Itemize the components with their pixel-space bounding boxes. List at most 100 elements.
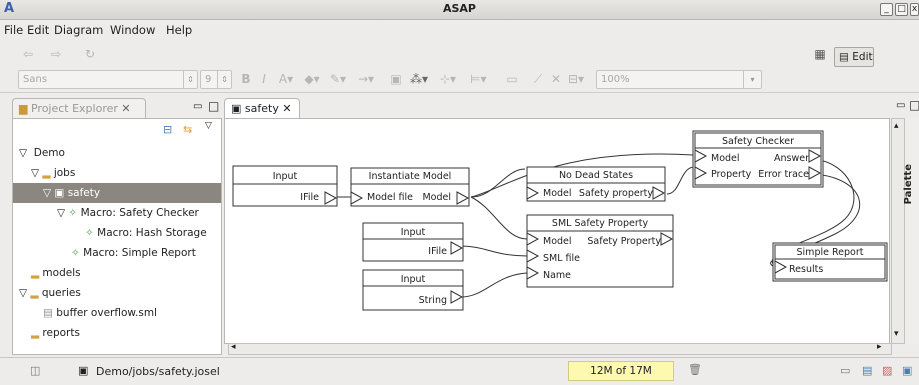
menu-file[interactable]: File — [4, 23, 23, 37]
minimize-view-icon[interactable]: ▭ — [193, 101, 202, 112]
node-instantiate-model[interactable]: Instantiate Model Model file Model — [350, 167, 470, 207]
font-combo[interactable]: Sans ⇕ — [18, 70, 198, 89]
node-no-dead-states[interactable]: No Dead States Model Safety property — [526, 166, 666, 202]
menu-edit[interactable]: Edit — [27, 23, 49, 37]
memory-indicator[interactable]: 12M of 17M — [568, 361, 674, 381]
menu-diagram[interactable]: Diagram — [54, 23, 103, 37]
view-menu-icon[interactable]: ▽ — [205, 121, 212, 131]
node-sml-safety-property[interactable]: SML Safety Property Model Safety Propert… — [526, 214, 674, 288]
scroll-down-icon[interactable]: ▾ — [894, 329, 899, 339]
tab-project-explorer[interactable]: ▆ Project Explorer ✕ — [12, 98, 146, 119]
node-input-2[interactable]: Input IFile — [362, 222, 464, 262]
forward-icon[interactable]: ⇨ — [48, 46, 64, 62]
back-icon[interactable]: ⇦ — [20, 46, 36, 62]
node-input-1[interactable]: Input IFile — [232, 165, 338, 207]
status-path: Demo/jobs/safety.josel — [96, 365, 220, 378]
node-safety-checker[interactable]: Safety Checker Model Answer Property Err… — [692, 130, 824, 188]
arrange-icon[interactable]: ⁂▾ — [410, 71, 428, 87]
maximize-icon[interactable]: □ — [895, 3, 908, 16]
tree-label: Demo — [33, 147, 65, 159]
link-editor-icon[interactable]: ⇆ — [183, 123, 192, 136]
tree-label: safety — [67, 187, 101, 199]
refresh-icon[interactable]: ↻ — [82, 46, 98, 62]
port-label: Model — [422, 192, 451, 203]
edit-label: Edit — [852, 51, 873, 63]
tab-safety[interactable]: ▣ safety ✕ — [224, 98, 300, 119]
scroll-left-icon[interactable]: ◂ — [231, 342, 236, 352]
minimize-icon[interactable]: _ — [880, 3, 893, 16]
console-icon[interactable]: ▤ — [862, 364, 872, 377]
scroll-right-icon[interactable]: ▸ — [877, 342, 882, 352]
image-icon[interactable]: ▨ — [882, 364, 892, 377]
select-icon[interactable]: ⊹▾ — [440, 71, 456, 87]
size-combo[interactable]: 9 ⇕ — [200, 70, 232, 89]
edge-instantiate-sml — [470, 196, 528, 240]
tree-item-reports[interactable]: ▂ reports — [13, 323, 221, 343]
tree-item-buffer-overflow[interactable]: ▤ buffer overflow.sml — [13, 303, 221, 323]
line-color-icon[interactable]: ✎▾ — [330, 71, 346, 87]
tree-item-demo[interactable]: ▽ Demo — [13, 143, 221, 163]
macro-icon: ✧ — [68, 207, 78, 219]
tree-item-macro-simple-report[interactable]: ✧ Macro: Simple Report — [13, 243, 221, 263]
close-icon[interactable]: x — [910, 3, 919, 16]
status-bar: ◫ ▣ Demo/jobs/safety.josel 🗑 ▭ ▤ ▨ ▣ — [0, 357, 919, 385]
image-icon[interactable]: ▣ — [388, 71, 404, 87]
view-icon[interactable]: ⊟▾ — [568, 71, 584, 87]
folder-icon: ▂ — [42, 167, 51, 179]
node-input-3[interactable]: Input String — [362, 269, 464, 311]
tree-item-jobs[interactable]: ▽ ▂ jobs — [13, 163, 221, 183]
italic-icon[interactable]: I — [256, 71, 272, 87]
size-combo-value: 9 — [205, 74, 212, 85]
node-simple-report[interactable]: Simple Report Results — [772, 242, 888, 282]
node-title: Instantiate Model — [369, 171, 452, 182]
tree-label: jobs — [53, 167, 76, 179]
fill-color-icon[interactable]: ◆▾ — [304, 71, 320, 87]
project-explorer-tree: ⊟ ⇆ ▽ ▽ Demo ▽ ▂ jobs ▽ ▣ safety ▽ ✧ Mac… — [12, 118, 222, 355]
window-title: ASAP — [442, 2, 476, 15]
route-icon[interactable]: ⟋ — [530, 71, 546, 87]
edit-perspective-button[interactable]: ▤ Edit — [834, 47, 874, 67]
menu-help[interactable]: Help — [166, 23, 192, 37]
close-icon[interactable]: ✕ — [282, 102, 291, 115]
tree-label: queries — [41, 287, 81, 299]
menu-window[interactable]: Window — [110, 23, 155, 37]
line-style-icon[interactable]: →▾ — [358, 71, 374, 87]
palette-label[interactable]: Palette — [903, 164, 919, 204]
zoom-combo[interactable]: 100% ▾ — [596, 70, 762, 89]
palette-panel[interactable] — [904, 118, 919, 344]
horizontal-scrollbar[interactable]: ◂ ▸ — [228, 342, 892, 355]
font-combo-value: Sans — [23, 74, 48, 85]
new-icon[interactable]: ◫ — [30, 364, 40, 377]
job-file-icon: ▣ — [231, 102, 242, 115]
minimize-view-icon[interactable]: ▭ — [896, 100, 905, 111]
size-icon[interactable]: ▭ — [504, 71, 520, 87]
vertical-scrollbar[interactable]: ▴ ▾ — [891, 118, 905, 344]
collapse-all-icon[interactable]: ⊟ — [163, 123, 172, 136]
tree-item-macro-hash-storage[interactable]: ✧ Macro: Hash Storage — [13, 223, 221, 243]
close-icon[interactable]: ✕ — [121, 102, 130, 115]
maximize-view-icon[interactable]: □ — [208, 99, 219, 113]
node-title: Safety Checker — [722, 136, 794, 147]
monitor-icon[interactable]: ▣ — [902, 364, 912, 377]
trash-icon[interactable]: 🗑 — [688, 363, 702, 376]
job-file-icon: ▣ — [78, 364, 89, 377]
tree-item-models[interactable]: ▂ models — [13, 263, 221, 283]
scroll-up-icon[interactable]: ▴ — [894, 121, 899, 131]
diagram-canvas[interactable]: Input IFile Instantiate Model Model file… — [224, 118, 890, 344]
tree-item-safety[interactable]: ▽ ▣ safety — [13, 183, 221, 203]
port-label: Model — [543, 236, 572, 247]
format-toolbar: Sans ⇕ 9 ⇕ B I A▾ ◆▾ ✎▾ →▾ ▣ ⁂▾ ⊹▾ ⊨▾ ▭ … — [0, 67, 919, 93]
tree-item-macro-safety-checker[interactable]: ▽ ✧ Macro: Safety Checker — [13, 203, 221, 223]
align-icon[interactable]: ⊨▾ — [470, 71, 486, 87]
maximize-view-icon[interactable]: □ — [909, 98, 919, 112]
tab-label: safety — [244, 102, 279, 115]
perspective-icon[interactable]: ▦ — [812, 46, 828, 62]
port-label: Error trace — [758, 169, 809, 180]
bold-icon[interactable]: B — [238, 71, 254, 87]
window-icon[interactable]: ▭ — [840, 364, 850, 377]
tree-item-queries[interactable]: ▽ ▂ queries — [13, 283, 221, 303]
font-color-icon[interactable]: A▾ — [278, 71, 294, 87]
delete-icon[interactable]: ✕ — [548, 71, 564, 87]
folder-icon: ▂ — [31, 267, 40, 279]
folder-icon: ▂ — [31, 327, 40, 339]
